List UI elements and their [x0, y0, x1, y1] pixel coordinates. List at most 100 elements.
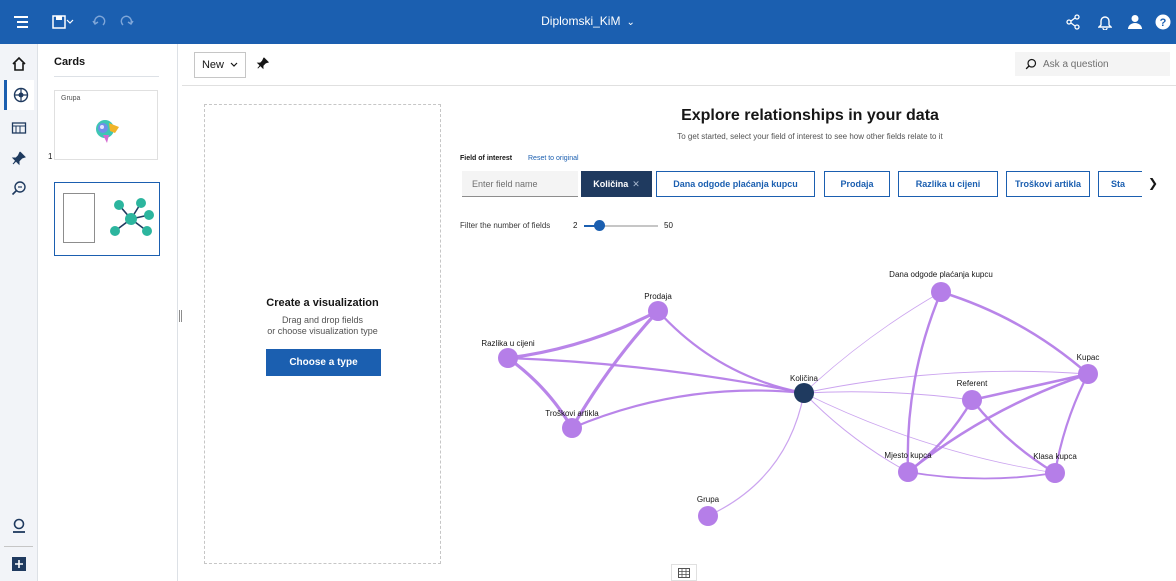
cards-header: Cards — [54, 56, 86, 68]
graph-node-label: Kupac — [1077, 353, 1100, 362]
left-rail — [0, 44, 38, 581]
card-count: 1 — [48, 152, 53, 161]
graph-node-circle[interactable] — [1078, 364, 1098, 384]
new-button-label: New — [201, 59, 224, 71]
graph-node[interactable]: Razlika u cijeni — [481, 339, 535, 368]
toolbar: New Ask a question — [182, 44, 1176, 86]
graph-node[interactable]: Referent — [957, 379, 988, 410]
graph-node[interactable]: Kupac — [1077, 353, 1100, 384]
field-name-placeholder: Enter field name — [472, 178, 538, 189]
chevron-down-icon — [230, 62, 238, 67]
create-viz-subtitle: Drag and drop fields or choose visualiza… — [205, 315, 440, 337]
user-icon[interactable] — [1124, 11, 1146, 33]
graph-node-label: Prodaja — [644, 292, 672, 301]
pin-icon[interactable] — [7, 146, 31, 170]
home-icon[interactable] — [7, 52, 31, 76]
graph-node-circle[interactable] — [648, 301, 668, 321]
table-view-icon[interactable] — [671, 564, 697, 581]
field-chip[interactable]: Prodaja — [824, 171, 890, 197]
panel-resize-handle[interactable] — [179, 310, 182, 322]
graph-node-circle[interactable] — [794, 383, 814, 403]
graph-node-label: Troškovi artikla — [545, 409, 599, 418]
field-of-interest-label: Field of interest — [460, 155, 513, 162]
search-insights-icon[interactable] — [7, 176, 31, 200]
graph-edge — [803, 392, 909, 473]
new-button[interactable]: New — [194, 52, 246, 78]
assistant-search-icon — [1025, 58, 1037, 70]
fields-slider-handle[interactable] — [594, 220, 605, 231]
graph-node-circle[interactable] — [1045, 463, 1065, 483]
card-thumbnail-frame — [63, 193, 95, 243]
field-chip[interactable]: Razlika u cijeni — [898, 171, 998, 197]
slider-max-value: 50 — [664, 221, 673, 230]
graph-node-label: Klasa kupca — [1033, 452, 1077, 461]
graph-edge — [971, 399, 1056, 475]
graph-node[interactable]: Grupa — [697, 495, 720, 526]
filter-fields-label: Filter the number of fields — [460, 221, 551, 230]
graph-node-circle[interactable] — [898, 462, 918, 482]
reset-to-original-link[interactable]: Reset to original — [528, 155, 579, 162]
card-grupa[interactable]: Grupa — [54, 90, 158, 160]
graph-edge — [803, 391, 973, 401]
graph-node-circle[interactable] — [698, 506, 718, 526]
notification-bell-icon[interactable] — [1094, 11, 1116, 33]
field-chip[interactable]: Sta — [1098, 171, 1142, 197]
graph-node-circle[interactable] — [562, 418, 582, 438]
graph-node[interactable]: Mjesto kupca — [884, 451, 932, 482]
create-viz-title: Create a visualization — [266, 297, 379, 309]
explore-icon[interactable] — [4, 80, 34, 110]
graph-edge — [707, 392, 805, 517]
graph-node-label: Dana odgode plaćanja kupcu — [889, 270, 993, 279]
graph-node[interactable]: Troškovi artikla — [545, 409, 599, 438]
graph-node-circle[interactable] — [931, 282, 951, 302]
field-name-input[interactable]: Enter field name — [462, 171, 578, 197]
data-source-icon[interactable] — [7, 116, 31, 140]
selected-field-chip[interactable]: Količina ✕ — [581, 171, 652, 197]
network-thumbnail-icon — [110, 198, 154, 236]
graph-node-label: Količina — [790, 374, 819, 383]
graph-edge — [907, 399, 974, 473]
graph-node[interactable]: Dana odgode plaćanja kupcu — [889, 270, 993, 302]
card-label: Grupa — [61, 95, 81, 102]
help-icon[interactable]: ? — [1152, 11, 1174, 33]
ask-question-placeholder: Ask a question — [1043, 58, 1109, 70]
assistant-icon[interactable] — [7, 514, 31, 538]
share-icon[interactable] — [1062, 11, 1084, 33]
top-bar: Diplomski_KiM ⌄ ? — [0, 0, 1176, 44]
graph-node-label: Referent — [957, 379, 988, 388]
map-thumbnail-icon — [96, 120, 119, 143]
graph-edge — [940, 290, 1089, 375]
field-chip[interactable]: Troškovi artikla — [1006, 171, 1090, 197]
graph-node-circle[interactable] — [962, 390, 982, 410]
graph-edge — [803, 291, 942, 394]
create-viz-subtitle-line1: Drag and drop fields — [281, 315, 364, 325]
graph-edge — [907, 471, 1056, 480]
chevron-right-icon[interactable]: ❯ — [1148, 176, 1158, 190]
graph-edge — [906, 291, 943, 473]
add-icon[interactable] — [7, 552, 31, 576]
graph-edge — [571, 389, 805, 430]
graph-node-circle[interactable] — [498, 348, 518, 368]
document-title[interactable]: Diplomski_KiM ⌄ — [0, 14, 1176, 28]
graph-node[interactable]: Količina — [790, 374, 819, 403]
graph-edge — [507, 356, 805, 395]
document-title-text: Diplomski_KiM — [541, 14, 621, 28]
cards-panel: Cards Grupa 1 — [38, 44, 178, 581]
rail-divider — [4, 546, 33, 547]
create-visualization-panel: Create a visualization Drag and drop fie… — [204, 104, 441, 564]
explore-subtitle: To get started, select your field of int… — [677, 132, 943, 141]
chevron-down-icon: ⌄ — [626, 17, 635, 28]
card-relationship[interactable] — [54, 182, 160, 256]
selected-field-label: Količina — [593, 179, 629, 189]
explore-title: Explore relationships in your data — [681, 107, 939, 124]
graph-node-label: Mjesto kupca — [884, 451, 932, 460]
graph-node[interactable]: Klasa kupca — [1033, 452, 1077, 483]
close-icon[interactable]: ✕ — [632, 179, 640, 190]
ask-question-input[interactable]: Ask a question — [1015, 52, 1170, 76]
field-chip[interactable]: Dana odgode plaćanja kupcu — [656, 171, 815, 197]
choose-a-type-button[interactable]: Choose a type — [266, 349, 381, 376]
relationship-graph: Količina Prodaja Razlika u cijeni Troškovi … — [481, 270, 1100, 526]
pin-button-icon[interactable] — [256, 56, 274, 74]
graph-node-label: Grupa — [697, 495, 720, 504]
field-chips-row: Dana odgode plaćanja kupcu Prodaja Razli… — [656, 168, 1142, 200]
